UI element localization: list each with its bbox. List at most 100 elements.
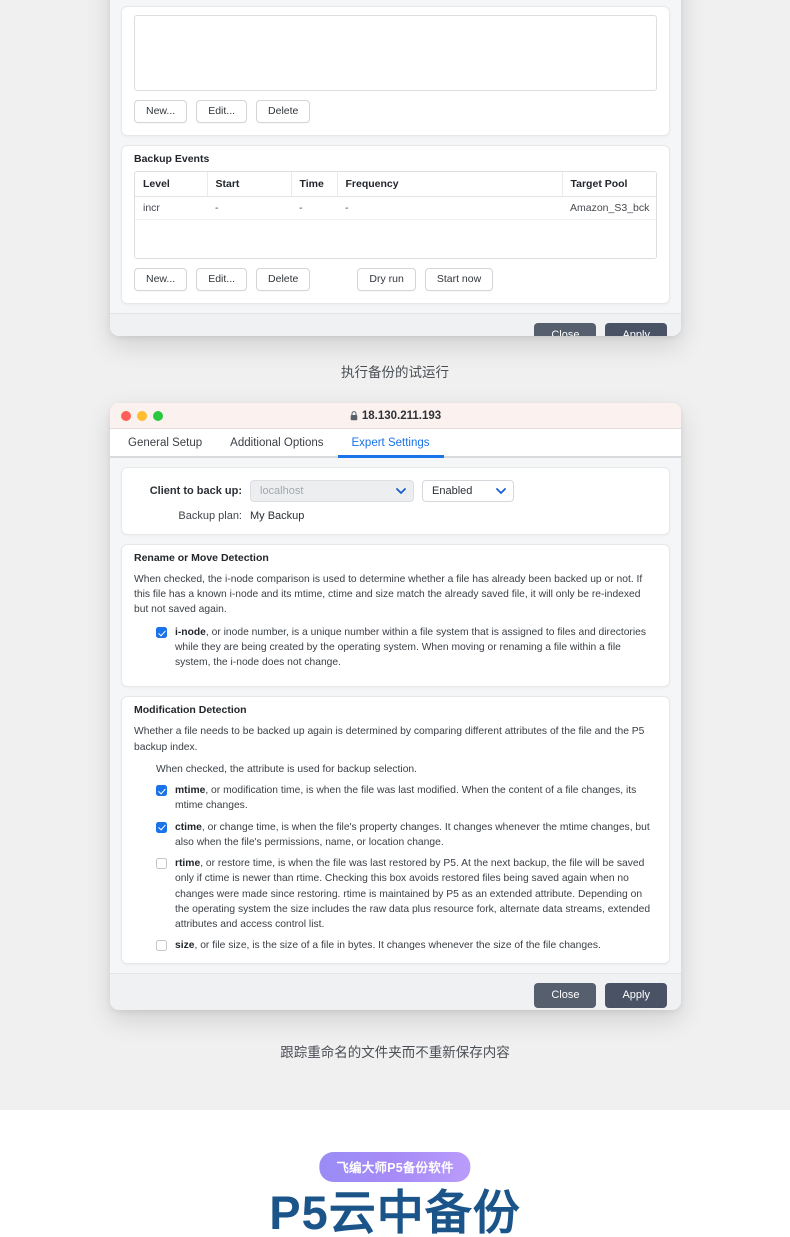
settings-tabbar: General Setup Additional Options Expert … [110, 429, 681, 458]
events-new-button[interactable]: New... [134, 268, 188, 291]
backup-events-button-row: New... Edit... Delete Dry run Start now [134, 259, 657, 293]
checkbox-rtime-text: , or restore time, is when the file was … [175, 858, 651, 930]
events-edit-button[interactable]: Edit... [196, 268, 248, 291]
checkbox-size-label: size, or file size, is the size of a fil… [175, 938, 657, 953]
page-root: New... Edit... Delete Backup Events Leve… [0, 0, 790, 1237]
modification-detection-note: When checked, the attribute is used for … [156, 763, 418, 775]
enabled-select-value: Enabled [432, 485, 473, 497]
dry-run-button[interactable]: Dry run [357, 268, 416, 291]
close-window-button[interactable] [121, 410, 131, 421]
window1-close-button[interactable]: Close [534, 323, 597, 336]
caption-rename-tracking: 跟踪重命名的文件夹而不重新保存内容 [280, 1045, 510, 1060]
window1-apply-button[interactable]: Apply [605, 323, 667, 336]
checkbox-ctime[interactable] [156, 821, 167, 833]
targets-delete-button[interactable]: Delete [256, 100, 311, 123]
column-header-level: Level [135, 172, 208, 197]
backup-plan-row: Backup plan: My Backup [134, 510, 657, 522]
checkbox-rtime[interactable] [156, 858, 167, 870]
checkbox-inode-term: i-node [175, 626, 206, 638]
backup-events-table: Level Start Time Frequency Target Pool i… [135, 172, 656, 220]
backup-plan-label: Backup plan: [178, 510, 242, 522]
address-display: 18.130.211.193 [110, 410, 681, 422]
targets-edit-button[interactable]: Edit... [196, 100, 248, 123]
checkbox-item-rtime[interactable]: rtime, or restore time, is when the file… [134, 856, 657, 932]
window2-body: Client to back up: localhost Enabled Bac… [110, 458, 681, 965]
window1-footer: Close Apply [110, 313, 681, 336]
checkbox-ctime-label: ctime, or change time, is when the file'… [175, 820, 657, 850]
checkbox-rtime-label: rtime, or restore time, is when the file… [175, 856, 657, 932]
hero-title: P5云中备份 [269, 1186, 521, 1237]
rename-detection-title: Rename or Move Detection [134, 552, 269, 564]
events-delete-button[interactable]: Delete [256, 268, 311, 291]
client-label: Client to back up: [149, 485, 242, 497]
table-header-row: Level Start Time Frequency Target Pool [135, 172, 656, 197]
backup-plan-value: My Backup [250, 510, 305, 522]
maximize-window-button[interactable] [153, 410, 163, 421]
traffic-lights [110, 410, 163, 421]
cell-start: - [207, 196, 291, 220]
client-row: Client to back up: localhost Enabled [134, 480, 657, 502]
column-header-start: Start [207, 172, 292, 197]
minimize-window-button[interactable] [137, 410, 147, 421]
backup-targets-listbox[interactable] [134, 15, 657, 91]
checkbox-ctime-term: ctime [175, 821, 202, 833]
column-header-time: Time [291, 172, 338, 197]
cell-level: incr [135, 196, 207, 220]
checkbox-size-term: size [175, 940, 195, 952]
address-text: 18.130.211.193 [361, 409, 442, 422]
start-now-button[interactable]: Start now [424, 268, 494, 291]
backup-targets-button-row: New... Edit... Delete [134, 91, 657, 125]
tab-additional-options[interactable]: Additional Options [216, 437, 337, 456]
checkbox-mtime-label: mtime, or modification time, is when the… [175, 783, 657, 813]
backup-events-title: Backup Events [134, 153, 210, 165]
window2-apply-button[interactable]: Apply [605, 983, 667, 1009]
rename-detection-paragraph: When checked, the i-node comparison is u… [134, 574, 643, 616]
checkbox-size-text: , or file size, is the size of a file in… [194, 940, 601, 952]
window2-titlebar: 18.130.211.193 [110, 403, 681, 429]
targets-new-button[interactable]: New... [134, 100, 188, 123]
chevron-down-icon [496, 488, 506, 495]
checkbox-mtime[interactable] [156, 785, 167, 797]
client-settings-card: Client to back up: localhost Enabled Bac… [121, 467, 670, 535]
cell-target-pool: Amazon_S3_bck [562, 196, 656, 220]
backup-events-card: Backup Events Level Start Time Frequency… [121, 145, 670, 304]
backup-plan-window: New... Edit... Delete Backup Events Leve… [110, 0, 681, 336]
checkbox-size[interactable] [156, 940, 167, 952]
client-select[interactable]: localhost [250, 480, 414, 502]
backup-events-table-wrap: Level Start Time Frequency Target Pool i… [134, 171, 657, 259]
table-row[interactable]: incr - - - Amazon_S3_bck [135, 196, 656, 220]
hero-badge: 飞编大师P5备份软件 [319, 1152, 471, 1182]
checkbox-item-mtime[interactable]: mtime, or modification time, is when the… [134, 783, 657, 813]
window2-close-button[interactable]: Close [534, 983, 597, 1009]
checkbox-mtime-term: mtime [175, 785, 206, 797]
modification-detection-card: Modification Detection Whether a file ne… [121, 696, 670, 965]
tab-general-setup[interactable]: General Setup [124, 437, 216, 456]
checkbox-inode-text: , or inode number, is a unique number wi… [175, 626, 647, 669]
checkbox-ctime-text: , or change time, is when the file's pro… [175, 821, 650, 848]
column-header-target-pool: Target Pool [562, 172, 656, 197]
checkbox-item-size[interactable]: size, or file size, is the size of a fil… [134, 938, 657, 953]
checkbox-item-inode[interactable]: i-node, or inode number, is a unique num… [134, 625, 657, 671]
checkbox-inode-label: i-node, or inode number, is a unique num… [175, 625, 657, 671]
checkbox-mtime-text: , or modification time, is when the file… [175, 785, 637, 812]
cell-frequency: - [337, 196, 562, 220]
checkbox-inode[interactable] [156, 626, 167, 638]
table-empty-space [135, 220, 656, 258]
lock-icon [350, 410, 358, 421]
tab-expert-settings[interactable]: Expert Settings [337, 437, 444, 458]
expert-settings-window: 18.130.211.193 General Setup Additional … [110, 403, 681, 1010]
enabled-select[interactable]: Enabled [422, 480, 514, 502]
modification-detection-title: Modification Detection [134, 704, 247, 717]
button-row-spacer [319, 268, 348, 291]
rename-detection-card: Rename or Move Detection When checked, t… [121, 544, 670, 688]
checkbox-item-ctime[interactable]: ctime, or change time, is when the file'… [134, 820, 657, 850]
window2-footer: Close Apply [110, 973, 681, 1010]
client-select-value: localhost [260, 485, 304, 497]
column-header-frequency: Frequency [337, 172, 563, 197]
backup-targets-card: New... Edit... Delete [121, 6, 670, 136]
cell-time: - [291, 196, 337, 220]
chevron-down-icon [396, 488, 406, 495]
checkbox-rtime-term: rtime [175, 858, 201, 870]
caption-dry-run: 执行备份的试运行 [341, 365, 449, 380]
modification-detection-paragraph: Whether a file needs to be backed up aga… [134, 726, 645, 753]
